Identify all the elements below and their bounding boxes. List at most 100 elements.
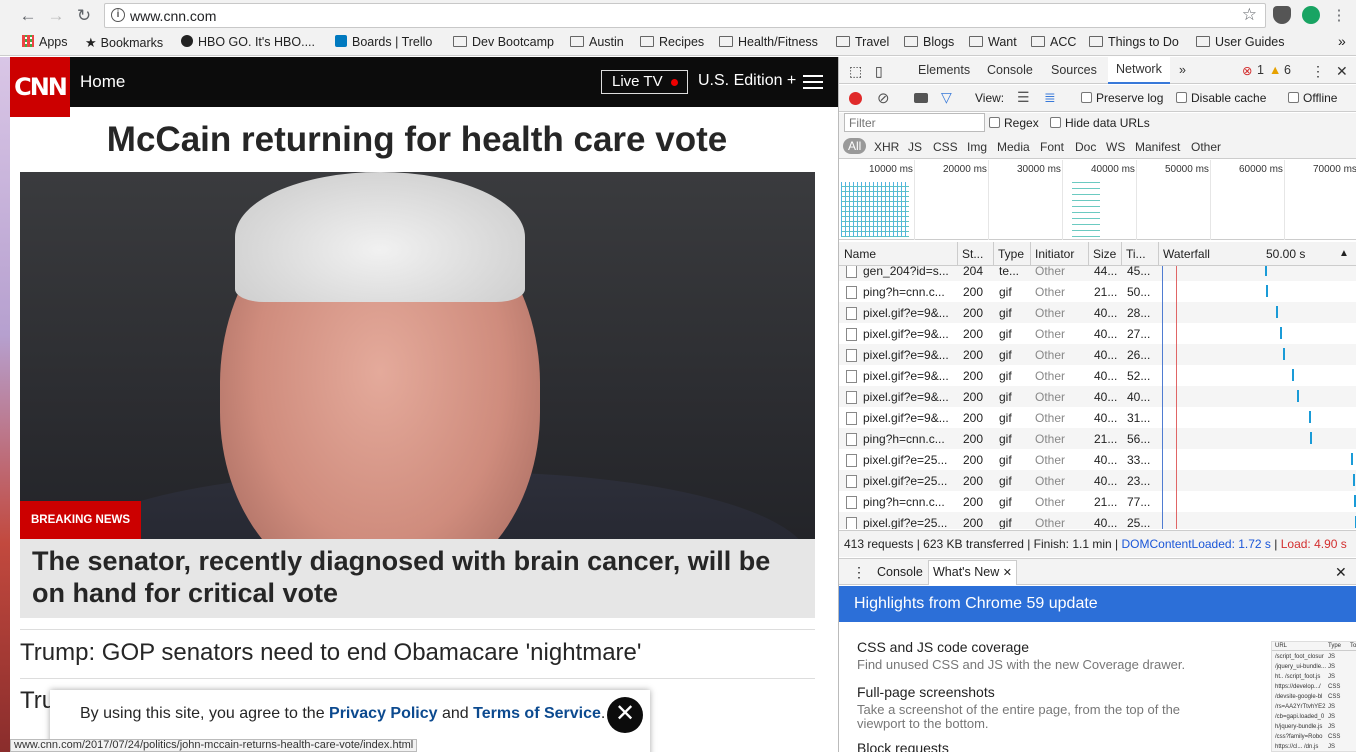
sort-arrow-icon[interactable]: ▲	[1339, 248, 1349, 259]
drawer-tab-whats-new[interactable]: What's New ✕	[928, 560, 1017, 585]
type-css[interactable]: CSS	[933, 140, 958, 154]
request-row[interactable]: pixel.gif?e=9&... 200 gif Other 40... 40...	[839, 386, 1356, 407]
tab-console[interactable]: Console	[987, 63, 1033, 77]
back-icon[interactable]: ←	[17, 5, 39, 27]
address-url[interactable]: www.cnn.com	[130, 8, 216, 24]
overview-icon[interactable]: ≣	[1044, 89, 1056, 106]
col-type[interactable]: Type	[998, 247, 1024, 261]
bookmark-hbo[interactable]: HBO GO. It's HBO....	[181, 35, 315, 51]
cnn-logo[interactable]: CNN	[10, 57, 70, 117]
reload-icon[interactable]: ↻	[73, 5, 95, 27]
type-xhr[interactable]: XHR	[874, 140, 899, 154]
record-icon[interactable]	[849, 92, 862, 105]
story-link[interactable]: Trump: GOP senators need to end Obamacar…	[20, 639, 641, 667]
close-consent-button[interactable]: ✕	[607, 697, 643, 733]
drawer-tab-console[interactable]: Console	[877, 565, 923, 579]
type-media[interactable]: Media	[997, 140, 1030, 154]
request-row[interactable]: pixel.gif?e=9&... 200 gif Other 40... 52...	[839, 365, 1356, 386]
address-bar[interactable]: i www.cnn.com ☆	[104, 3, 1266, 28]
request-row[interactable]: ping?h=cnn.c... 200 gif Other 21... 56...	[839, 428, 1356, 449]
type-img[interactable]: Img	[967, 140, 987, 154]
hide-data-urls-checkbox[interactable]: Hide data URLs	[1050, 116, 1150, 130]
type-font[interactable]: Font	[1040, 140, 1064, 154]
bookmark-apps[interactable]: Apps	[22, 35, 68, 51]
grammarly-icon[interactable]	[1302, 6, 1320, 24]
checkbox[interactable]	[1176, 92, 1187, 103]
col-waterfall[interactable]: Waterfall	[1163, 247, 1210, 261]
bookmark-trello[interactable]: Boards | Trello	[335, 35, 432, 51]
terms-of-service-link[interactable]: Terms of Service	[473, 705, 601, 722]
network-overview-timeline[interactable]: 10000 ms 20000 ms 30000 ms 40000 ms 5000…	[839, 160, 1356, 240]
device-toolbar-icon[interactable]: ▯	[875, 63, 883, 80]
request-row[interactable]: pixel.gif?e=9&... 200 gif Other 40... 26...	[839, 344, 1356, 365]
info-icon[interactable]: i	[111, 8, 125, 22]
more-tabs-button[interactable]: »	[1179, 63, 1186, 77]
tab-elements[interactable]: Elements	[918, 63, 970, 77]
type-all[interactable]: All	[843, 138, 867, 154]
offline-checkbox[interactable]: Offline	[1288, 91, 1337, 105]
bookmark-want[interactable]: Want	[969, 35, 1017, 51]
filter-input[interactable]	[844, 113, 985, 132]
warning-icon[interactable]: ▲	[1269, 63, 1281, 77]
request-row[interactable]: pixel.gif?e=9&... 200 gif Other 40... 31...	[839, 407, 1356, 428]
close-devtools-icon[interactable]: ✕	[1336, 63, 1348, 80]
regex-checkbox[interactable]: Regex	[989, 116, 1039, 130]
request-row[interactable]: pixel.gif?e=25... 200 gif Other 40... 25...	[839, 512, 1356, 529]
news-title[interactable]: Block requests	[857, 740, 949, 752]
col-initiator[interactable]: Initiator	[1035, 247, 1074, 261]
bookmark-recipes[interactable]: Recipes	[640, 35, 704, 51]
request-row[interactable]: ping?h=cnn.c... 200 gif Other 21... 50...	[839, 281, 1356, 302]
bookmark-bookmarks[interactable]: ★ Bookmarks	[85, 35, 163, 51]
bookmark-things-to-do[interactable]: Things to Do	[1089, 35, 1179, 51]
menu-kebab-icon[interactable]: ⋮	[1328, 5, 1350, 27]
hero-caption[interactable]: The senator, recently diagnosed with bra…	[20, 539, 815, 618]
error-count[interactable]: 1	[1257, 63, 1264, 77]
request-row[interactable]: pixel.gif?e=25... 200 gif Other 40... 23...	[839, 470, 1356, 491]
col-status[interactable]: St...	[962, 247, 983, 261]
bookmark-star-icon[interactable]: ☆	[1242, 5, 1257, 25]
error-icon[interactable]: ⊗	[1242, 63, 1252, 78]
checkbox[interactable]	[1288, 92, 1299, 103]
bookmark-acc[interactable]: ACC	[1031, 35, 1076, 51]
screenshot-icon[interactable]	[914, 93, 928, 103]
hamburger-menu-icon[interactable]	[803, 75, 823, 89]
filter-icon[interactable]: ▽	[941, 89, 952, 106]
request-row[interactable]: pixel.gif?e=25... 200 gif Other 40... 33...	[839, 449, 1356, 470]
close-drawer-icon[interactable]: ✕	[1335, 564, 1347, 581]
request-row[interactable]: pixel.gif?e=9&... 200 gif Other 40... 28...	[839, 302, 1356, 323]
drawer-menu-icon[interactable]: ⋮	[852, 564, 866, 581]
live-tv-button[interactable]: Live TV	[601, 70, 688, 94]
type-manifest[interactable]: Manifest	[1135, 140, 1180, 154]
bookmark-health-fitness[interactable]: Health/Fitness	[719, 35, 818, 51]
tab-sources[interactable]: Sources	[1051, 63, 1097, 77]
checkbox[interactable]	[1081, 92, 1092, 103]
news-title[interactable]: CSS and JS code coverage	[857, 639, 1029, 655]
home-link[interactable]: Home	[80, 72, 125, 92]
news-title[interactable]: Full-page screenshots	[857, 684, 995, 700]
col-size[interactable]: Size	[1093, 247, 1116, 261]
type-ws[interactable]: WS	[1106, 140, 1125, 154]
preserve-log-checkbox[interactable]: Preserve log	[1081, 91, 1163, 105]
checkbox[interactable]	[989, 117, 1000, 128]
forward-icon[interactable]: →	[45, 5, 67, 27]
bookmark-travel[interactable]: Travel	[836, 35, 889, 51]
col-name[interactable]: Name	[844, 247, 876, 261]
request-row[interactable]: gen_204?id=s... 204 te... Other 44... 45...	[839, 266, 1356, 281]
bookmark-blogs[interactable]: Blogs	[904, 35, 954, 51]
warning-count[interactable]: 6	[1284, 63, 1291, 77]
pocket-icon[interactable]	[1273, 6, 1291, 24]
disable-cache-checkbox[interactable]: Disable cache	[1176, 91, 1266, 105]
type-doc[interactable]: Doc	[1075, 140, 1096, 154]
more-bookmarks-button[interactable]: »	[1338, 33, 1346, 49]
clear-icon[interactable]: ⊘	[877, 89, 890, 107]
type-other[interactable]: Other	[1191, 140, 1221, 154]
bookmark-austin[interactable]: Austin	[570, 35, 624, 51]
edition-selector[interactable]: U.S. Edition +	[698, 72, 796, 90]
col-time[interactable]: Ti...	[1126, 247, 1146, 261]
devtools-menu-icon[interactable]: ⋮	[1311, 63, 1325, 80]
request-row[interactable]: ping?h=cnn.c... 200 gif Other 21... 77...	[839, 491, 1356, 512]
request-row[interactable]: pixel.gif?e=9&... 200 gif Other 40... 27...	[839, 323, 1356, 344]
inspect-icon[interactable]: ⬚	[849, 63, 862, 80]
type-js[interactable]: JS	[908, 140, 922, 154]
main-headline[interactable]: McCain returning for health care vote	[10, 120, 824, 160]
